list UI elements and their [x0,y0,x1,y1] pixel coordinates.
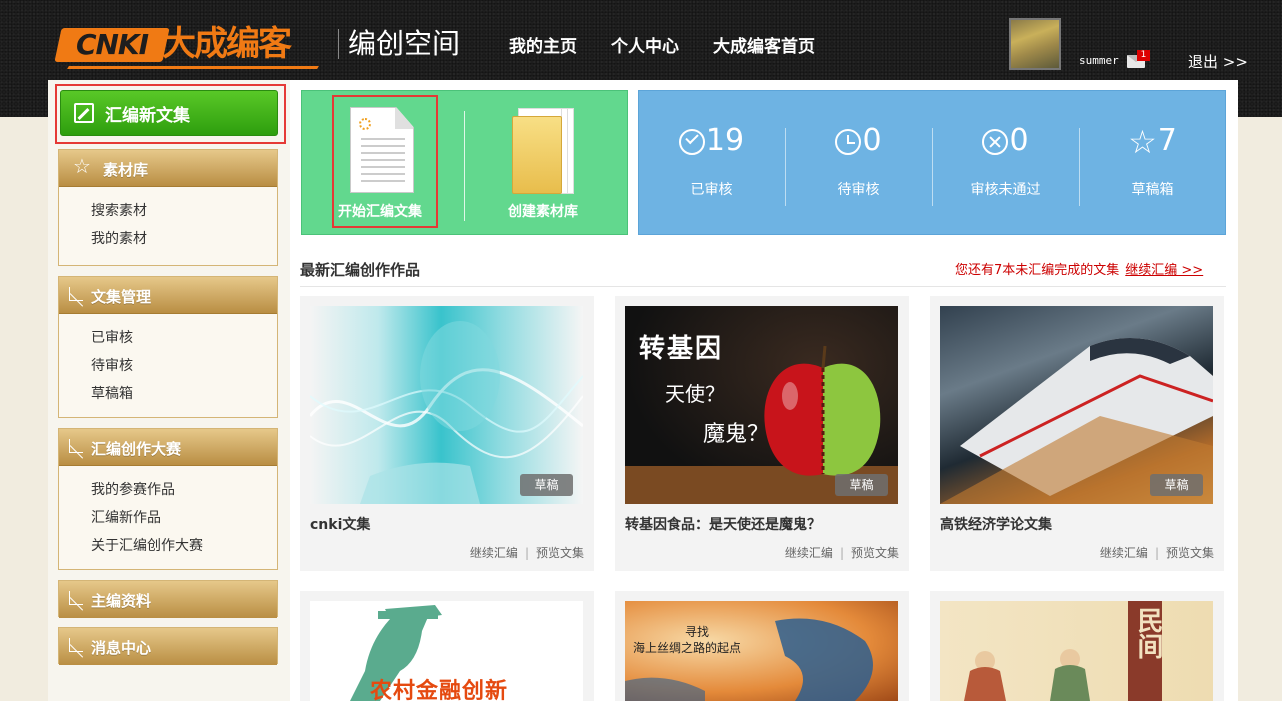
panel-contest: 汇编创作大赛 我的参赛作品 汇编新作品 关于汇编创作大赛 [58,428,278,570]
x-circle-icon [982,128,1009,155]
continue-edit-link[interactable]: 继续汇编 [470,546,518,560]
edit-icon [74,103,94,123]
panel-header[interactable]: 主编资料 [59,581,277,618]
clock-icon [835,128,862,155]
logo-brand-text: 大成编客 [162,24,292,64]
new-collection-button[interactable]: 汇编新文集 [60,90,278,136]
cover-text: 天使？ [665,382,725,406]
continue-edit-link[interactable]: 继续汇编 [1100,546,1148,560]
sidebar-item-approved[interactable]: 已审核 [91,324,277,352]
sidebar-item-new-works[interactable]: 汇编新作品 [91,504,277,532]
arrow-icon [69,439,84,459]
sidebar-item-my-entries[interactable]: 我的参赛作品 [91,476,277,504]
cover-text: 寻找 [685,625,710,639]
cover-text: 海上丝绸之路的起点 [633,641,742,655]
unfinished-notice: 您还有7本未汇编完成的文集 继续汇编 >> [955,263,1204,278]
collection-card[interactable]: 寻找 海上丝绸之路的起点 [615,591,909,701]
collection-card[interactable]: 转基因 天使？ 魔鬼？ 草稿 转基因食品：是天使还是魔鬼？ 继续汇编 | 预览文集 [615,296,909,571]
stat-pending[interactable]: 0 待审核 [785,108,932,208]
collection-card[interactable]: 农村金融创新 [300,591,594,701]
panel-header[interactable]: 汇编创作大赛 [59,429,277,466]
nav-personal-center[interactable]: 个人中心 [611,32,679,57]
cover-text: 民间 [1133,607,1163,659]
panel-header[interactable]: ☆ 素材库 [59,150,277,187]
collection-card[interactable]: 草稿 cnki文集 继续汇编 | 预览文集 [300,296,594,571]
site-title: 编创空间 [348,27,461,60]
cover-image[interactable]: 草稿 [310,306,583,504]
panel-editor-profile: 主编资料 [58,580,278,618]
panel-material-library: ☆ 素材库 搜索素材 我的素材 [58,149,278,266]
arrow-icon [69,287,84,307]
mail-count-badge: 1 [1137,50,1150,61]
check-circle-icon [678,128,705,155]
cover-image[interactable]: 草稿 [940,306,1213,504]
cover-image[interactable]: 农村金融创新 [310,601,583,701]
arrow-icon [69,591,84,611]
folder-icon[interactable] [512,108,574,194]
stat-drafts[interactable]: ☆7 草稿箱 [1079,108,1226,208]
cover-text: 转基因 [639,334,724,364]
username[interactable]: summer [1079,54,1119,67]
status-badge: 草稿 [1150,474,1203,496]
star-icon: ☆ [1128,122,1157,161]
preview-link[interactable]: 预览文集 [1166,546,1214,560]
status-badge: 草稿 [520,474,573,496]
continue-compile-link[interactable]: 继续汇编 >> [1125,263,1203,278]
cover-text: 魔鬼？ [703,422,770,447]
cover-image[interactable]: 寻找 海上丝绸之路的起点 [625,601,898,701]
sidebar-item-pending[interactable]: 待审核 [91,352,277,380]
panel-message-center: 消息中心 [58,627,278,665]
stat-rejected[interactable]: 0 审核未通过 [932,108,1079,208]
panel-header[interactable]: 消息中心 [59,628,277,665]
preview-link[interactable]: 预览文集 [851,546,899,560]
panel-header[interactable]: 文集管理 [59,277,277,314]
cover-image[interactable]: 转基因 天使？ 魔鬼？ 草稿 [625,306,898,504]
cover-text: 农村金融创新 [370,679,509,701]
avatar[interactable] [1009,18,1061,70]
create-library-button[interactable]: 创建素材库 [508,201,578,221]
arrow-icon [69,638,84,658]
collection-card[interactable]: 草稿 高铁经济学论文集 继续汇编 | 预览文集 [930,296,1224,571]
section-title: 最新汇编创作作品 [300,261,421,279]
cover-image[interactable]: 民间 [940,601,1213,701]
highlight-frame [332,95,438,228]
sidebar-item-my-material[interactable]: 我的素材 [91,225,277,253]
sidebar-item-search-material[interactable]: 搜索素材 [91,197,277,225]
sidebar-item-drafts[interactable]: 草稿箱 [91,380,277,408]
stat-approved[interactable]: 19 已审核 [638,108,785,208]
status-badge: 草稿 [835,474,888,496]
card-title[interactable]: cnki文集 [310,514,370,534]
card-title[interactable]: 转基因食品：是天使还是魔鬼？ [625,514,821,534]
continue-edit-link[interactable]: 继续汇编 [785,546,833,560]
collection-card[interactable]: 民间 [930,591,1224,701]
star-icon: ☆ [73,154,91,178]
nav-dacheng-home[interactable]: 大成编客首页 [713,32,815,57]
panel-collection-management: 文集管理 已审核 待审核 草稿箱 [58,276,278,418]
preview-link[interactable]: 预览文集 [536,546,584,560]
card-title[interactable]: 高铁经济学论文集 [940,514,1052,534]
sidebar-item-about-contest[interactable]: 关于汇编创作大赛 [91,532,277,560]
nav-my-home[interactable]: 我的主页 [509,32,577,57]
logout-link[interactable]: 退出 >> [1188,51,1248,72]
